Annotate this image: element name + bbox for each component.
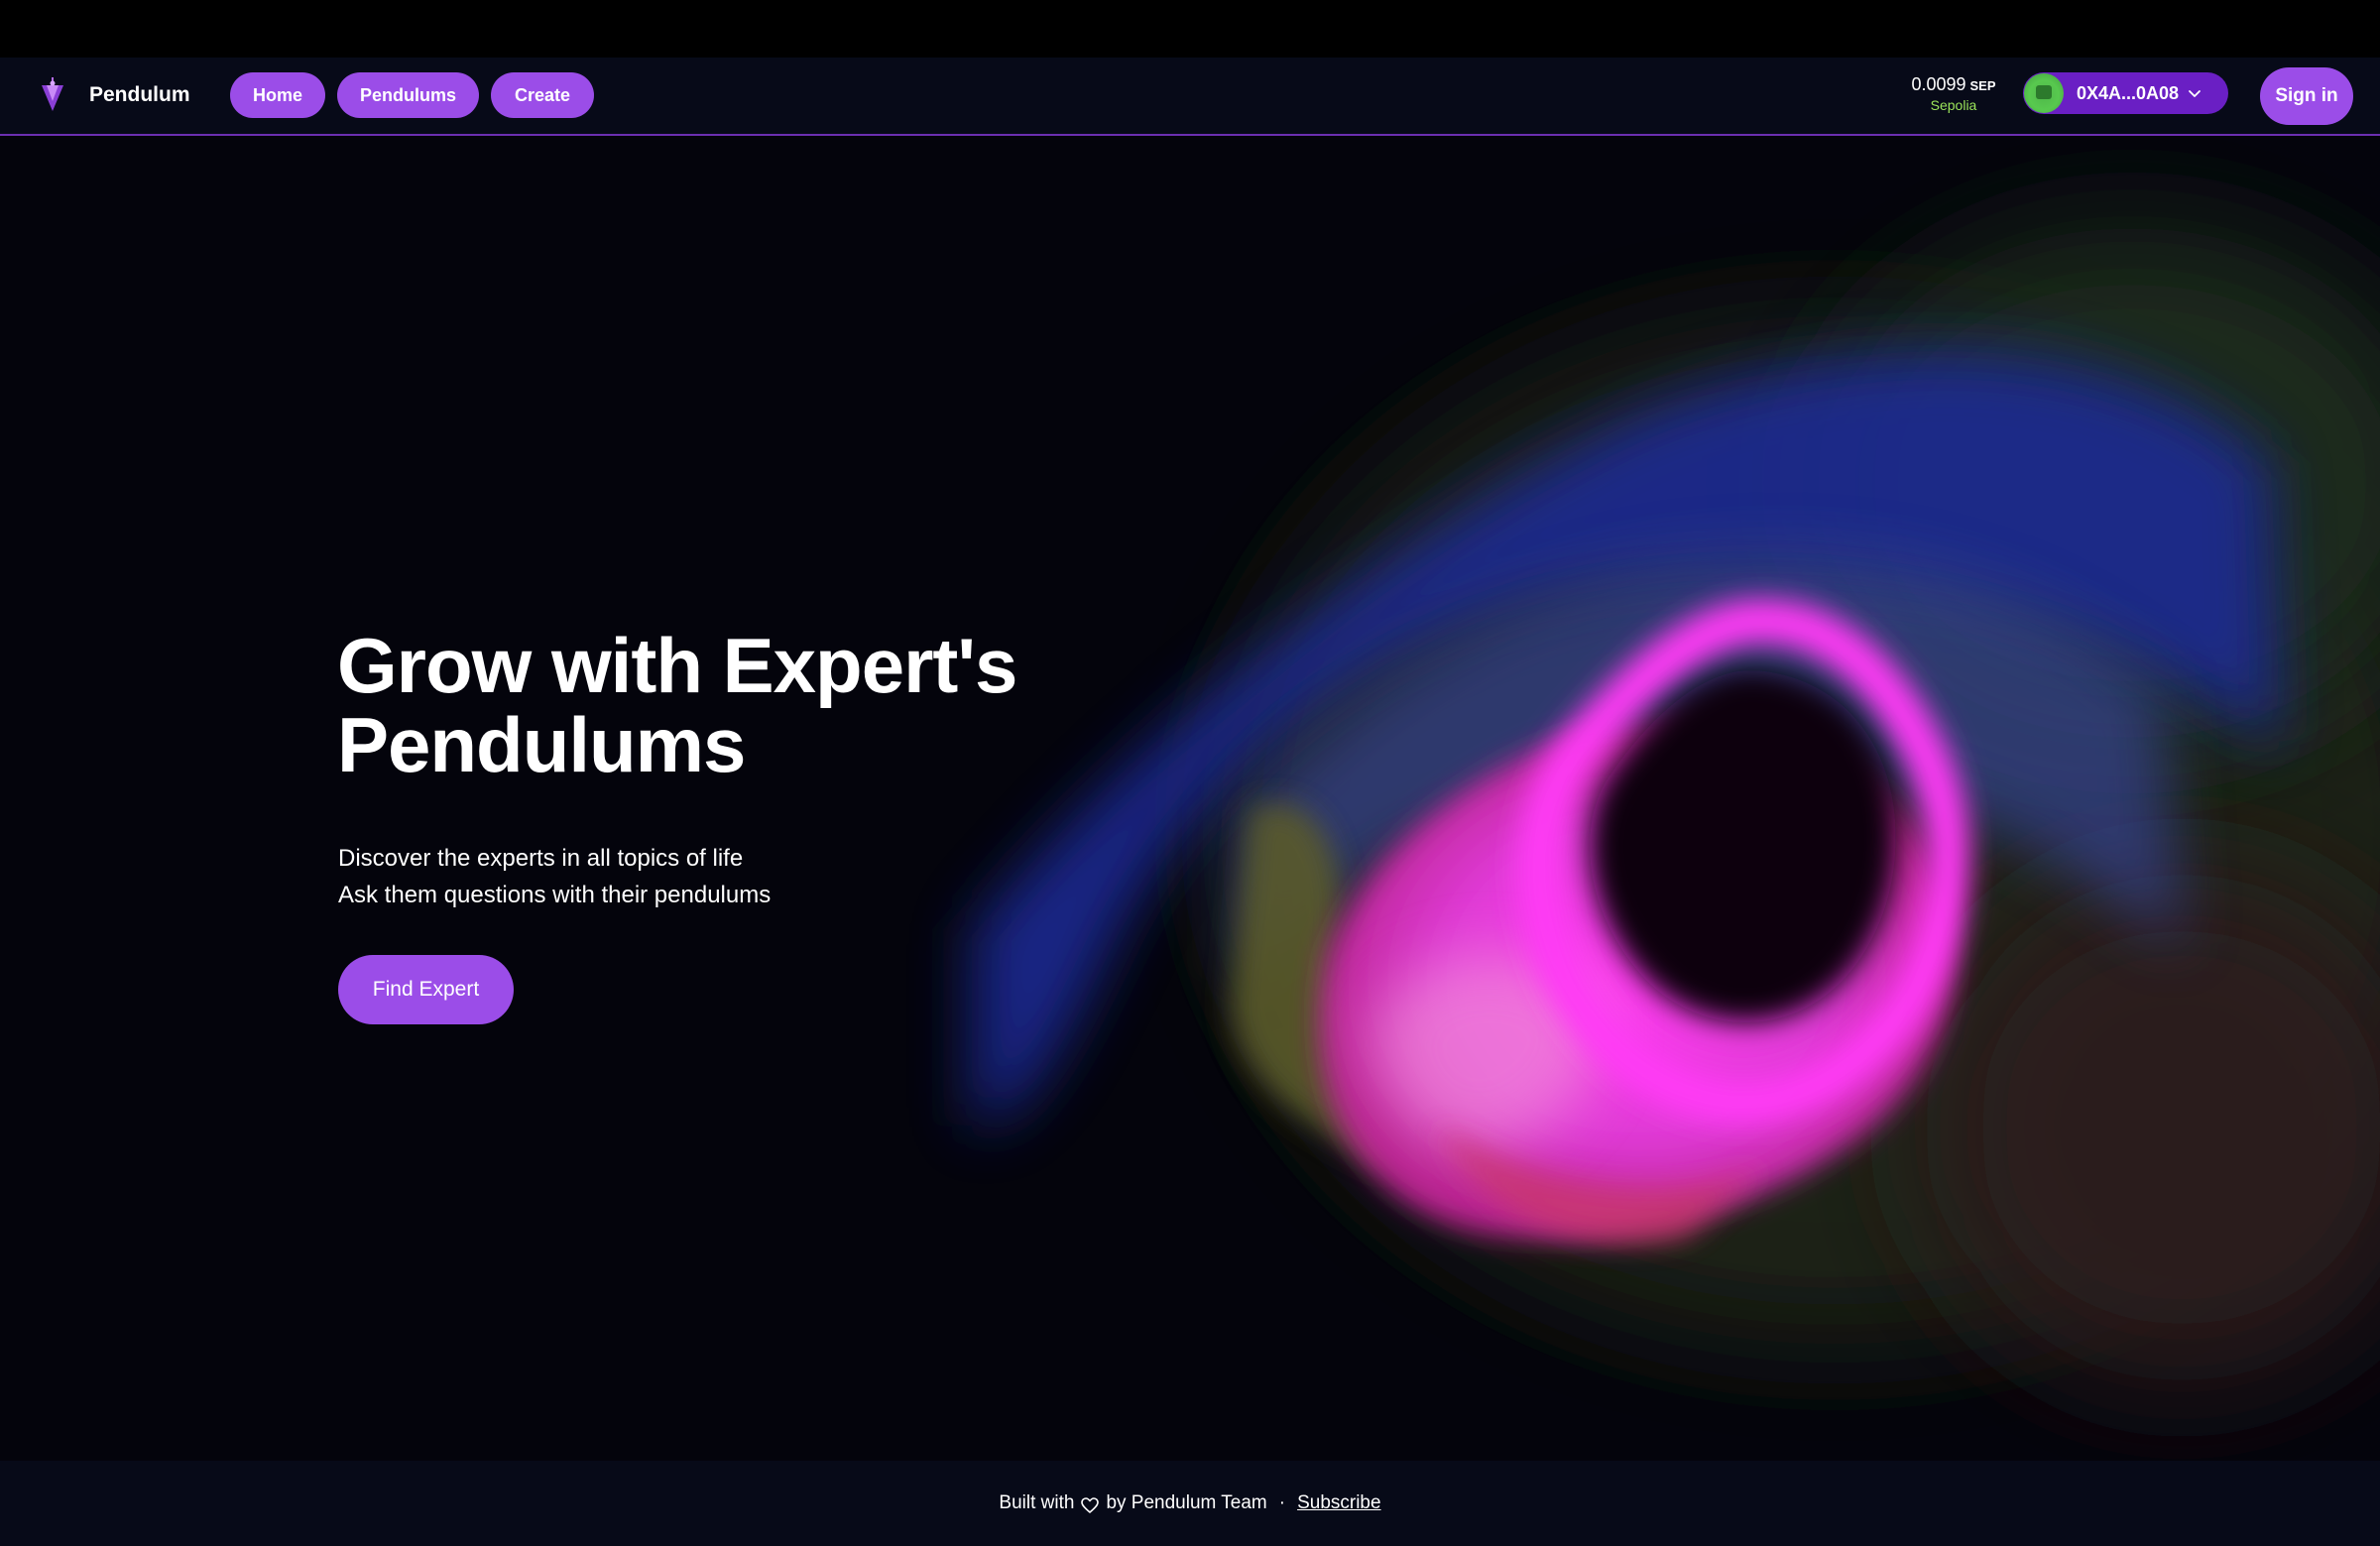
- sign-in-button[interactable]: Sign in: [2260, 67, 2353, 125]
- hero-title: Grow with Expert's Pendulums: [337, 626, 1230, 784]
- nav-pendulums[interactable]: Pendulums: [337, 72, 479, 118]
- hero-subtitle-line2: Ask them questions with their pendulums: [338, 882, 772, 908]
- hero-abstract-art: [972, 225, 2380, 1385]
- heart-icon: [1081, 1497, 1100, 1513]
- top-navbar: Pendulum Home Pendulums Create 0.0099 SEP…: [0, 58, 2380, 136]
- subscribe-link[interactable]: Subscribe: [1297, 1492, 1381, 1514]
- footer-separator: ·: [1278, 1492, 1286, 1513]
- chevron-down-icon: [2189, 90, 2201, 97]
- balance-amount: 0.0099: [1911, 74, 1966, 94]
- find-expert-button[interactable]: Find Expert: [338, 955, 514, 1024]
- hero-title-line1: Grow with Expert's: [337, 622, 1017, 709]
- hero-subtitle-line1: Discover the experts in all topics of li…: [338, 845, 744, 872]
- brand-name[interactable]: Pendulum: [89, 83, 190, 107]
- network-name: Sepolia: [1930, 97, 1977, 113]
- hero-section: Grow with Expert's Pendulums Discover th…: [0, 136, 2380, 1461]
- nav-create[interactable]: Create: [491, 72, 594, 118]
- browser-top-strip: [0, 0, 2380, 58]
- wallet-account-button[interactable]: 0X4A...0A08: [2023, 72, 2228, 114]
- balance-currency: SEP: [1969, 78, 1996, 93]
- nav-home[interactable]: Home: [230, 72, 325, 118]
- wallet-address: 0X4A...0A08: [2077, 82, 2180, 103]
- hero-title-line2: Pendulums: [337, 701, 746, 788]
- footer-by-team: by Pendulum Team: [1106, 1492, 1267, 1513]
- avatar-icon: [2024, 73, 2064, 113]
- wallet-balance: 0.0099 SEP Sepolia: [1884, 74, 2023, 113]
- hero-subtitle: Discover the experts in all topics of li…: [338, 840, 1032, 913]
- pendulum-logo-icon[interactable]: [38, 77, 67, 113]
- footer-built-with: Built with: [999, 1492, 1075, 1513]
- footer: Built with by Pendulum Team · Subscribe: [0, 1461, 2380, 1546]
